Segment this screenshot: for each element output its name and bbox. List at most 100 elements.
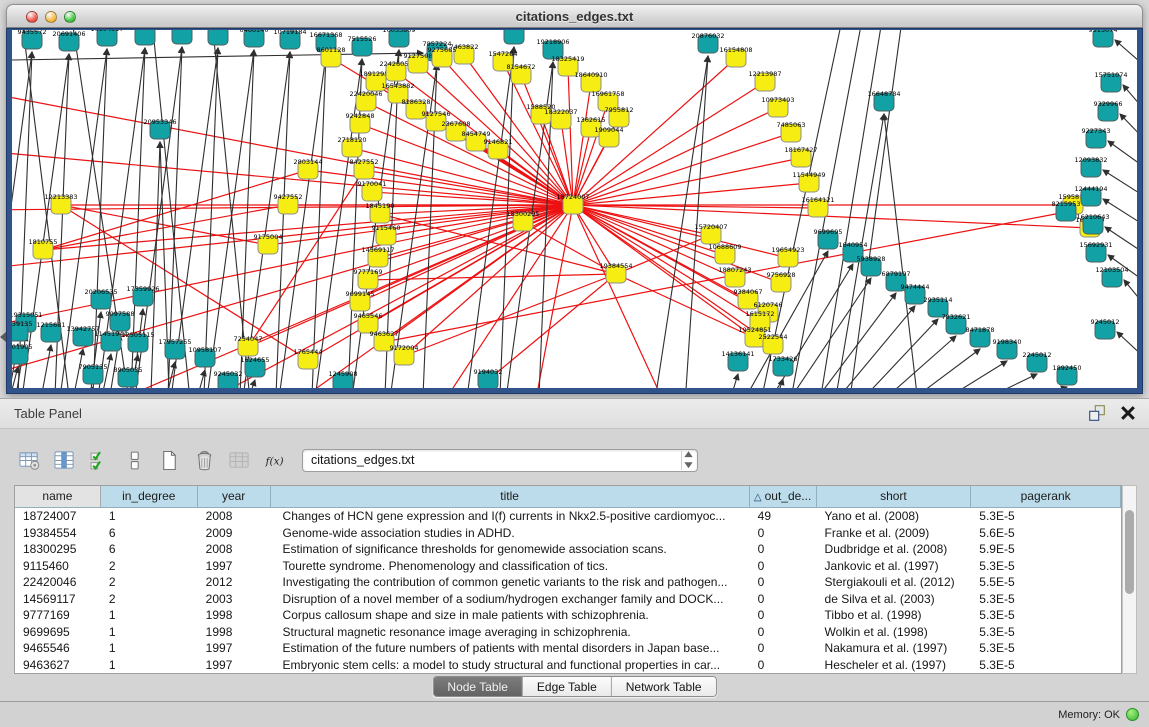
- graph-node[interactable]: 9756928: [767, 271, 796, 292]
- column-header-out_de[interactable]: △out_de...: [750, 486, 817, 508]
- clear-selection-icon[interactable]: [121, 447, 148, 474]
- function-builder-icon[interactable]: f(x): [261, 447, 288, 474]
- table-row[interactable]: 1456911722003Disruption of a novel membe…: [15, 591, 1121, 608]
- tab-network-table[interactable]: Network Table: [612, 677, 716, 696]
- column-header-short[interactable]: short: [817, 486, 972, 508]
- graph-node[interactable]: 12213987: [748, 70, 781, 91]
- table-row[interactable]: 946554611997Estimation of the future num…: [15, 640, 1121, 657]
- combo-stepper-icon[interactable]: [681, 451, 695, 470]
- graph-node[interactable]: 9699145: [346, 290, 375, 311]
- graph-node[interactable]: 7955812: [605, 106, 634, 127]
- graph-node[interactable]: 2718120: [338, 136, 367, 157]
- graph-node[interactable]: 18640910: [574, 71, 607, 92]
- float-panel-icon[interactable]: [1088, 404, 1106, 422]
- graph-node[interactable]: 1215681: [37, 321, 66, 342]
- graph-node[interactable]: 15720407: [694, 223, 727, 244]
- graph-node[interactable]: 16104317: [90, 30, 123, 46]
- graph-node[interactable]: 20691406: [52, 30, 85, 51]
- table-source-select[interactable]: citations_edges.txt: [302, 449, 698, 472]
- graph-node[interactable]: 9146821: [484, 138, 513, 159]
- column-header-name[interactable]: name: [15, 486, 101, 508]
- graph-node[interactable]: 10719184: [273, 30, 306, 49]
- graph-node[interactable]: 9427552: [274, 193, 303, 214]
- graph-node[interactable]: 9275685: [428, 46, 457, 67]
- table-settings-icon[interactable]: [16, 447, 43, 474]
- graph-node[interactable]: 2245012: [1023, 351, 1052, 372]
- column-header-title[interactable]: title: [271, 486, 750, 508]
- graph-node[interactable]: 8471878: [966, 326, 995, 347]
- table-row[interactable]: 1938455462009Genome-wide association stu…: [15, 525, 1121, 542]
- graph-node[interactable]: 1810755: [29, 238, 58, 259]
- graph-node[interactable]: 11544949: [792, 171, 825, 192]
- graph-node[interactable]: 1527602: [204, 30, 233, 45]
- table-row[interactable]: 946362711997Embryonic stem cells: a mode…: [15, 657, 1121, 674]
- column-visibility-icon[interactable]: [51, 447, 78, 474]
- graph-node[interactable]: 14569117: [361, 246, 394, 267]
- graph-node[interactable]: 9435572: [18, 30, 47, 49]
- graph-node[interactable]: 16033809: [382, 30, 415, 47]
- graph-node[interactable]: 15692931: [1079, 241, 1112, 262]
- graph-node[interactable]: 8427552: [350, 158, 379, 179]
- graph-node[interactable]: 2803144: [294, 158, 323, 179]
- graph-node[interactable]: 16648784: [867, 90, 900, 111]
- graph-node[interactable]: 9245032: [214, 370, 243, 388]
- graph-node[interactable]: 19654923: [771, 246, 804, 267]
- column-header-in_degree[interactable]: in_degree: [101, 486, 198, 508]
- table-row[interactable]: 911546021997Tourette syndrome. Phenomeno…: [15, 558, 1121, 575]
- graph-node[interactable]: 7515526: [348, 35, 377, 56]
- graph-node[interactable]: 9242848: [346, 112, 375, 133]
- graph-node[interactable]: 1245908: [329, 370, 358, 388]
- graph-node[interactable]: 1909044: [595, 126, 624, 147]
- close-panel-icon[interactable]: [1119, 404, 1137, 422]
- graph-node[interactable]: 9329966: [1094, 100, 1123, 121]
- graph-node[interactable]: 9227343: [1082, 127, 1111, 148]
- table-row[interactable]: 1872400712008Changes of HCN gene express…: [15, 508, 1121, 525]
- graph-node[interactable]: 9127508: [404, 52, 433, 73]
- graph-node[interactable]: 12093832: [1074, 156, 1107, 177]
- graph-node[interactable]: 15751074: [1094, 71, 1127, 92]
- delete-table-icon[interactable]: [191, 447, 218, 474]
- graph-node[interactable]: 8601128: [317, 46, 346, 67]
- graph-node[interactable]: 9777169: [354, 268, 383, 289]
- graph-node[interactable]: 8154672: [507, 63, 536, 84]
- tab-node-table[interactable]: Node Table: [433, 677, 523, 696]
- graph-node[interactable]: 8813054: [500, 30, 529, 44]
- table-scrollbar[interactable]: [1122, 485, 1137, 674]
- network-view[interactable]: 9435572206914061610431720876082106532871…: [12, 30, 1137, 388]
- table-row[interactable]: 977716911998Corpus callosum shape and si…: [15, 607, 1121, 624]
- network-canvas[interactable]: 9435572206914061610431720876082106532871…: [12, 30, 1137, 388]
- panel-collapse-arrow-icon[interactable]: [0, 332, 6, 342]
- graph-node[interactable]: 8905035: [114, 366, 143, 387]
- graph-node[interactable]: 2522544: [759, 333, 788, 354]
- graph-node[interactable]: 7485063: [777, 121, 806, 142]
- graph-node[interactable]: 1624655: [241, 356, 270, 377]
- table-row[interactable]: 1830029562008Estimation of significance …: [15, 541, 1121, 558]
- graph-node[interactable]: 17957255: [158, 338, 191, 359]
- new-table-icon[interactable]: [156, 447, 183, 474]
- graph-node[interactable]: 1845190: [366, 202, 395, 223]
- graph-node[interactable]: 1601905: [12, 343, 32, 364]
- graph-node[interactable]: 12505115: [121, 331, 154, 352]
- graph-node[interactable]: 10688609: [708, 243, 741, 264]
- table-row[interactable]: 2242004622012Investigating the contribut…: [15, 574, 1121, 591]
- graph-node[interactable]: 12213383: [44, 193, 77, 214]
- graph-node[interactable]: 9194032: [474, 368, 503, 388]
- graph-node[interactable]: 16164121: [801, 196, 834, 217]
- graph-node[interactable]: 9172004: [390, 344, 419, 365]
- graph-node[interactable]: 9097588: [106, 310, 135, 331]
- graph-node[interactable]: 9245012: [1091, 318, 1120, 339]
- graph-node[interactable]: 1765444: [294, 348, 323, 369]
- graph-node[interactable]: 7254047: [234, 335, 263, 356]
- graph-node[interactable]: 9170041: [358, 180, 387, 201]
- graph-node[interactable]: 10653287: [165, 30, 198, 44]
- select-all-icon[interactable]: [86, 447, 113, 474]
- graph-node[interactable]: 1892450: [1053, 364, 1082, 385]
- table-row[interactable]: 969969511998Structural magnetic resonanc…: [15, 624, 1121, 641]
- graph-node[interactable]: 9198340: [993, 338, 1022, 359]
- graph-node[interactable]: 14136141: [721, 350, 754, 371]
- graph-node[interactable]: 9175004: [254, 233, 283, 254]
- graph-node[interactable]: 1733426: [769, 355, 798, 376]
- graph-node[interactable]: 10958107: [188, 346, 221, 367]
- column-header-year[interactable]: year: [198, 486, 271, 508]
- graph-node[interactable]: 7905135: [79, 363, 108, 384]
